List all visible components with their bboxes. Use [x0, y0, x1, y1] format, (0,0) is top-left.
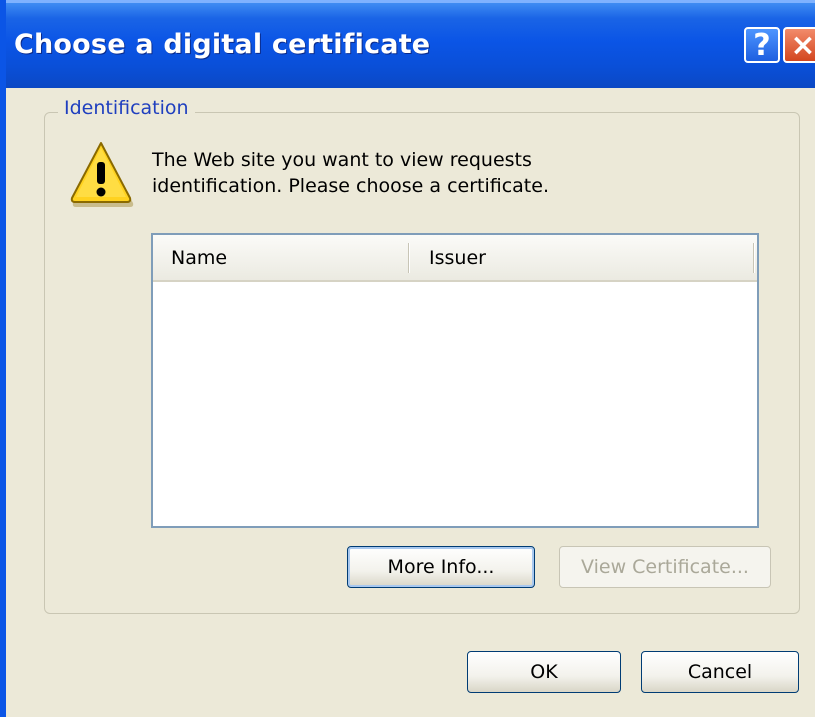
column-divider[interactable] — [408, 243, 409, 273]
message-line-1: The Web site you want to view requests — [152, 149, 532, 171]
close-icon: × — [790, 27, 815, 63]
column-header-issuer[interactable]: Issuer — [429, 235, 486, 280]
cancel-button[interactable]: Cancel — [641, 651, 799, 693]
more-info-button[interactable]: More Info... — [347, 546, 535, 588]
help-icon: ? — [753, 27, 771, 63]
warning-icon — [70, 142, 134, 207]
close-button[interactable]: × — [783, 27, 815, 63]
column-header-name[interactable]: Name — [171, 235, 227, 280]
ok-button[interactable]: OK — [467, 651, 621, 693]
list-header: Name Issuer — [153, 235, 757, 282]
request-message: The Web site you want to view requests i… — [152, 147, 672, 199]
title-bar[interactable]: Choose a digital certificate ? × — [6, 0, 815, 88]
message-line-2: identification. Please choose a certific… — [152, 175, 549, 197]
help-button[interactable]: ? — [744, 27, 780, 63]
group-legend: Identification — [58, 97, 195, 119]
column-divider[interactable] — [753, 243, 754, 273]
certificate-list[interactable]: Name Issuer — [151, 233, 759, 528]
view-certificate-button: View Certificate... — [559, 546, 771, 588]
window-title: Choose a digital certificate — [14, 29, 431, 60]
certificate-dialog: Choose a digital certificate ? × Identif… — [0, 0, 815, 717]
